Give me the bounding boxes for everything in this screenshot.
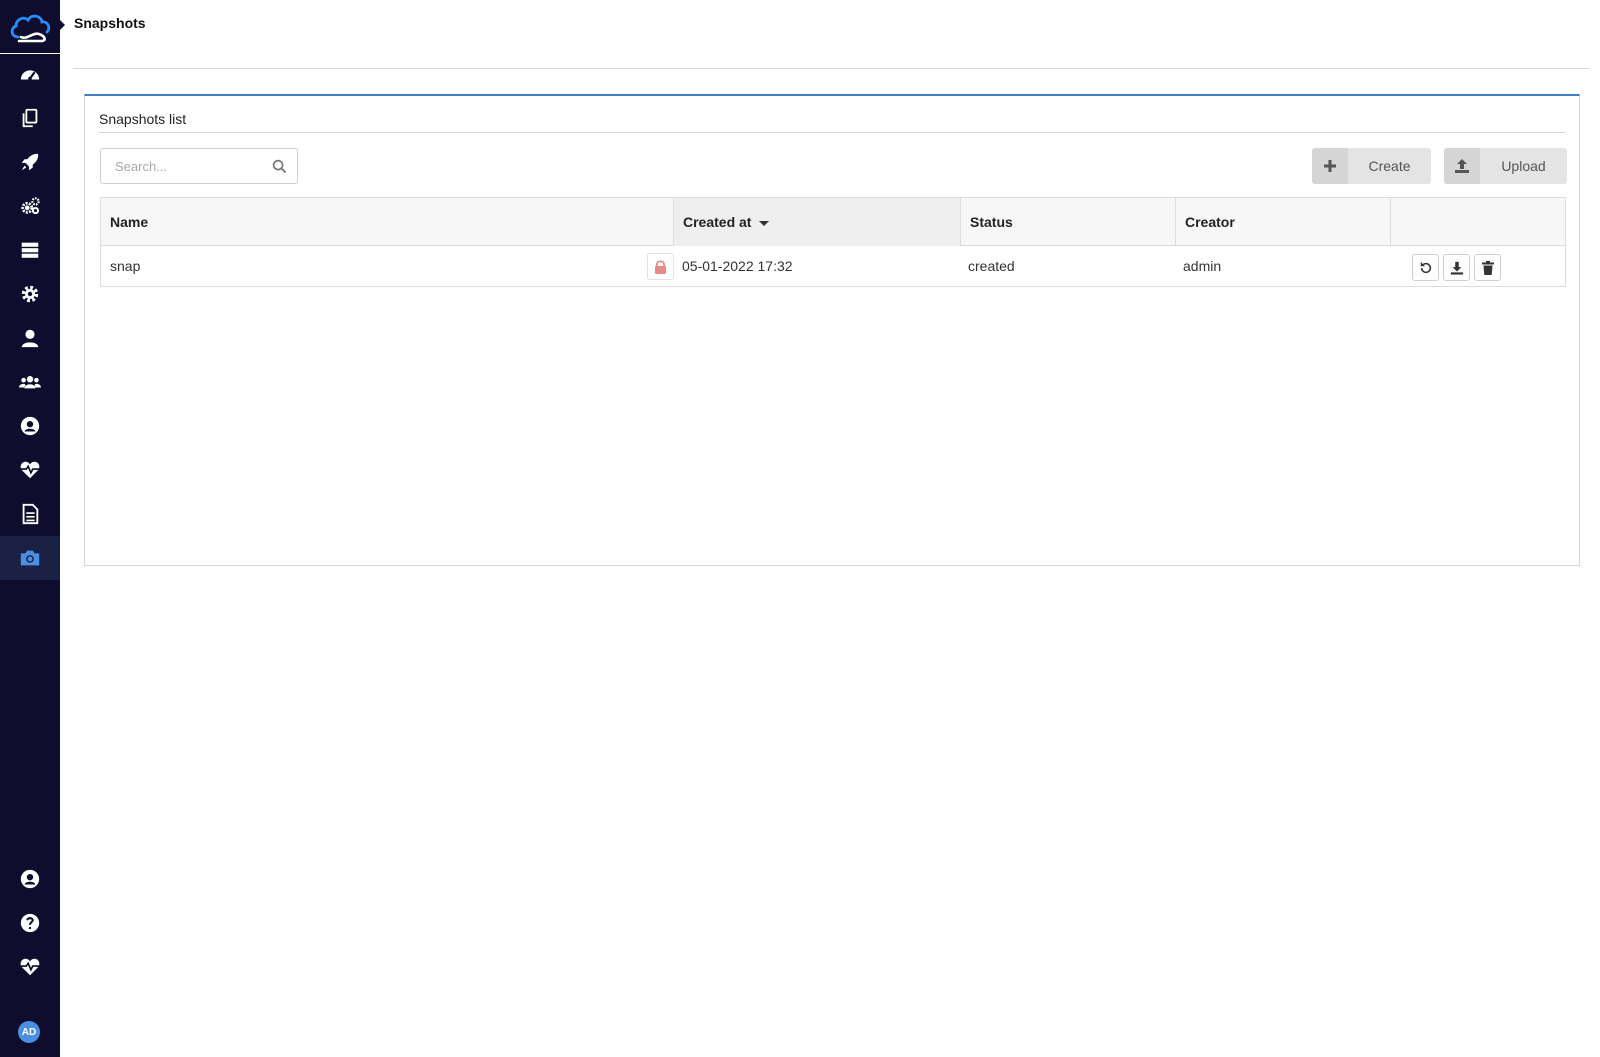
search-icon[interactable] — [272, 159, 287, 174]
snapshot-created-at: 05-01-2022 17:32 — [682, 258, 793, 274]
panel-title: Snapshots list — [99, 111, 187, 127]
app-logo[interactable] — [0, 0, 60, 54]
column-header-creator[interactable]: Creator — [1176, 198, 1391, 246]
create-button[interactable]: Create — [1312, 148, 1431, 184]
upload-button[interactable]: Upload — [1444, 148, 1567, 184]
breadcrumb-arrow — [59, 19, 65, 31]
user-avatar[interactable]: AD — [18, 1021, 40, 1043]
create-button-label: Create — [1368, 158, 1411, 174]
cloud-logo-icon — [10, 14, 51, 42]
sidebar-item-teams[interactable] — [0, 360, 60, 404]
users-icon — [19, 376, 41, 389]
search-box — [100, 148, 298, 184]
sidebar: AD — [0, 0, 60, 1057]
sidebar-item-account[interactable] — [0, 404, 60, 448]
user-circle-icon — [20, 416, 40, 436]
search-input[interactable] — [115, 158, 275, 174]
upload-button-label: Upload — [1501, 158, 1546, 174]
sidebar-item-help[interactable] — [0, 901, 60, 945]
sidebar-item-deploy[interactable] — [0, 140, 60, 184]
sidebar-item-dashboard[interactable] — [0, 52, 60, 96]
rocket-icon — [21, 153, 39, 171]
column-header-label: Name — [110, 214, 149, 230]
server-icon — [21, 242, 39, 258]
snapshot-name: snap — [110, 258, 141, 274]
column-header-label: Created at — [683, 214, 752, 230]
table-row[interactable]: snap 05-01-2022 17:32 created admin — [101, 246, 1565, 286]
snapshot-creator: admin — [1183, 258, 1222, 274]
gear-icon — [21, 285, 39, 303]
lock-icon[interactable] — [647, 253, 674, 280]
sidebar-item-settings[interactable] — [0, 272, 60, 316]
snapshots-panel: Snapshots list Create Upload Name Create… — [84, 94, 1580, 566]
dashboard-icon — [20, 70, 40, 81]
sidebar-item-health[interactable] — [0, 448, 60, 492]
table-header: Name Created at Status Creator — [101, 198, 1565, 246]
column-header-label: Status — [970, 214, 1013, 230]
heartbeat-icon — [20, 958, 40, 976]
download-button[interactable] — [1443, 254, 1470, 281]
restore-icon — [1420, 261, 1431, 273]
header-divider — [73, 68, 1590, 69]
plus-icon — [1312, 148, 1348, 184]
sidebar-item-servers[interactable] — [0, 228, 60, 272]
user-circle-icon — [20, 869, 40, 889]
cogs-icon — [21, 197, 40, 215]
upload-icon — [1444, 148, 1480, 184]
sidebar-item-copy[interactable] — [0, 96, 60, 140]
column-header-status[interactable]: Status — [961, 198, 1176, 246]
sidebar-item-services[interactable] — [0, 184, 60, 228]
camera-icon — [20, 550, 40, 566]
sidebar-item-profile[interactable] — [0, 857, 60, 901]
panel-title-divider — [99, 132, 1565, 133]
sort-desc-icon — [759, 220, 770, 226]
help-icon — [20, 913, 40, 933]
download-icon — [1450, 261, 1463, 275]
column-header-name[interactable]: Name — [101, 198, 674, 246]
copy-icon — [22, 108, 38, 128]
heartbeat-icon — [20, 461, 40, 479]
user-icon — [21, 329, 39, 348]
column-header-actions — [1391, 198, 1565, 246]
snapshots-table: Name Created at Status Creator snap 05-0… — [100, 197, 1566, 287]
snapshot-status: created — [968, 258, 1015, 274]
delete-button[interactable] — [1474, 254, 1501, 281]
column-header-created-at[interactable]: Created at — [674, 198, 961, 246]
sidebar-item-snapshots[interactable] — [0, 536, 60, 580]
trash-icon — [1481, 260, 1494, 275]
restore-button[interactable] — [1412, 254, 1439, 281]
sidebar-item-status[interactable] — [0, 945, 60, 989]
document-icon — [22, 503, 39, 525]
page-title: Snapshots — [74, 15, 146, 31]
sidebar-item-documents[interactable] — [0, 492, 60, 536]
column-header-label: Creator — [1185, 214, 1235, 230]
sidebar-item-user[interactable] — [0, 316, 60, 360]
